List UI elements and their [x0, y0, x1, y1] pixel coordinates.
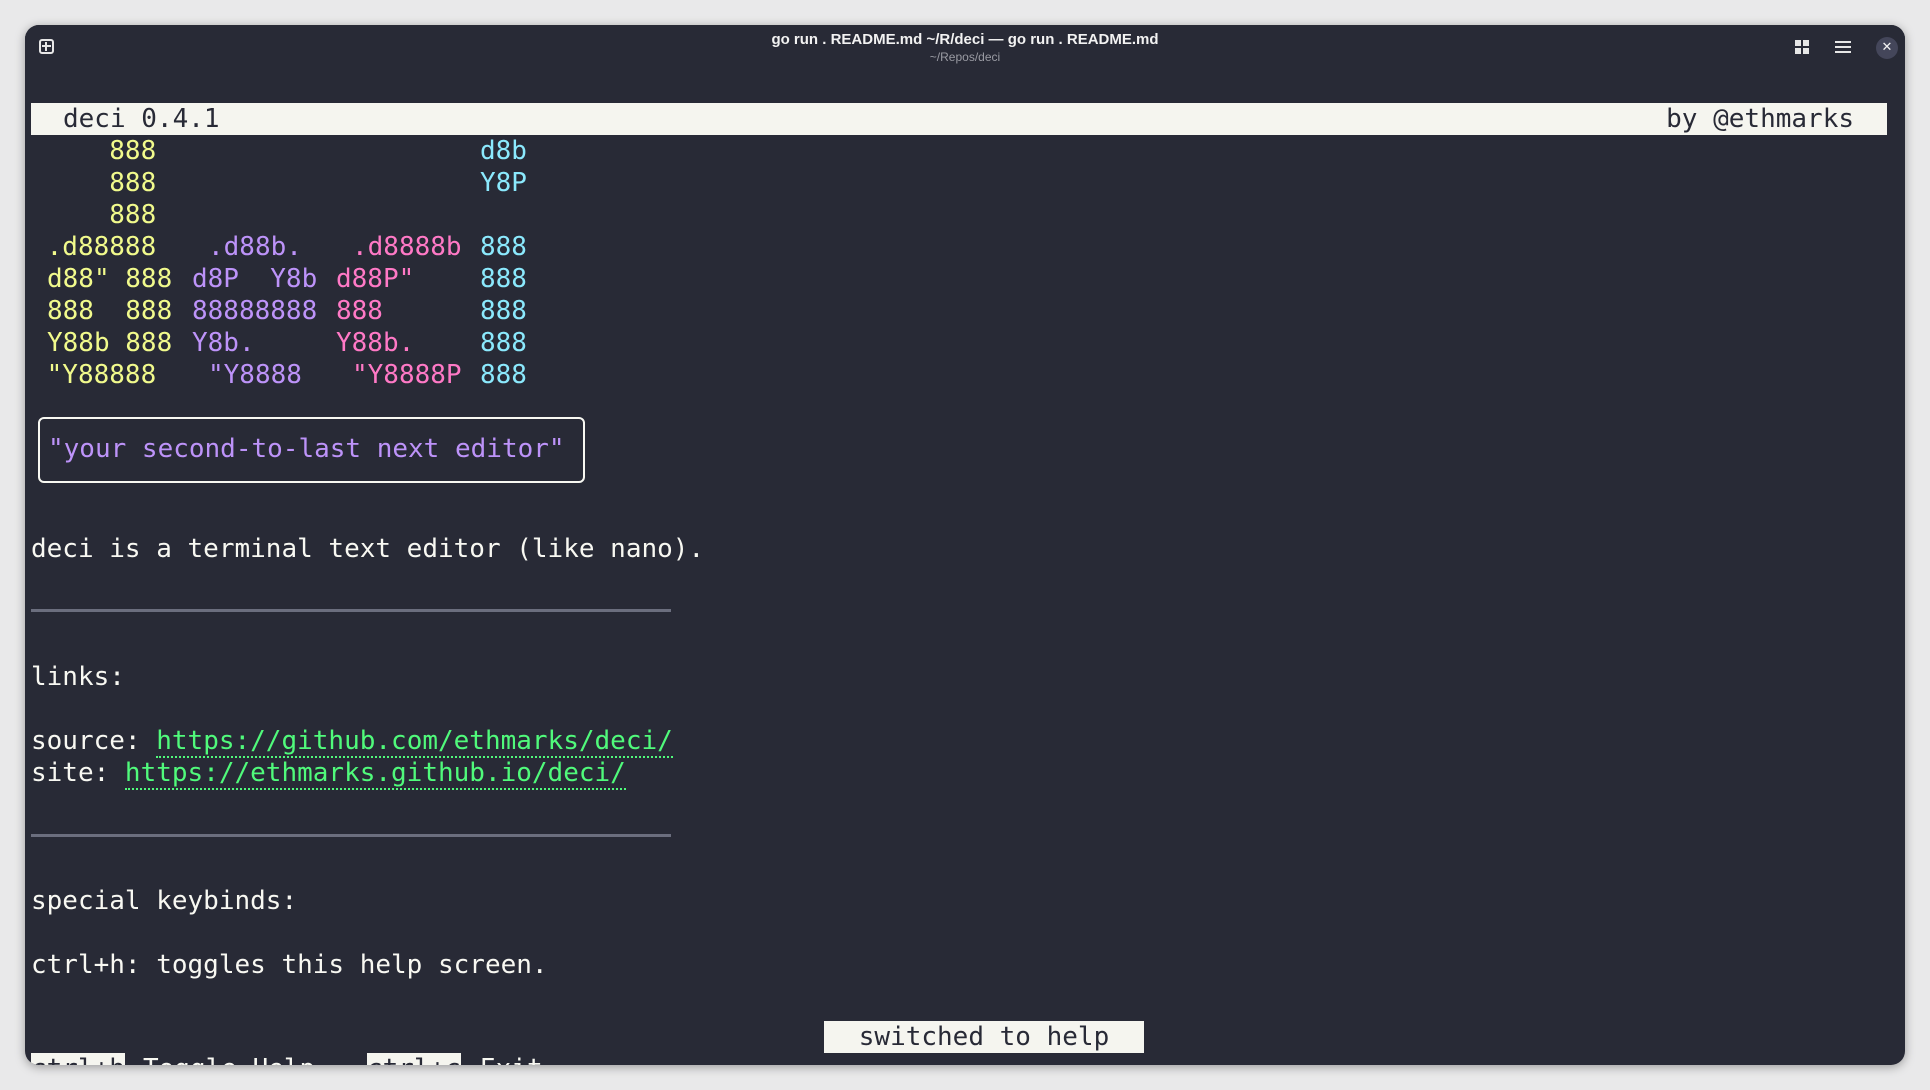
toggle-help-label: Toggle Help — [143, 1053, 315, 1065]
logo-c-row-3: .d8888b — [352, 232, 462, 262]
logo-d-row-5: 888 888 — [47, 296, 173, 326]
links-heading: links: — [31, 662, 125, 692]
logo-c-row-7: "Y8888P — [352, 360, 462, 390]
site-link[interactable]: https://ethmarks.github.io/deci/ — [124, 758, 626, 790]
site-label: site: — [31, 758, 125, 788]
logo-d-row-6: Y88b 888 — [47, 328, 173, 358]
source-label: source: — [31, 726, 157, 756]
logo-d-row-2: 888 — [31, 200, 157, 230]
logo-d-row-7: "Y88888 — [31, 360, 157, 390]
logo-e-row-4: d8P Y8b — [192, 264, 318, 294]
exit-label: Exit — [480, 1053, 543, 1065]
window-title: go run . README.md ~/R/deci — go run . R… — [771, 31, 1159, 48]
version-label: deci 0.4.1 — [63, 104, 220, 134]
terminal-content[interactable]: deci 0.4.1 by @ethmarks 888 d8b 888 Y8P … — [25, 71, 1905, 1065]
terminal-window: go run . README.md ~/R/deci — go run . R… — [25, 25, 1905, 1065]
logo-e-row-5: 88888888 — [192, 296, 318, 326]
tagline-box: "your second-to-last next editor" — [38, 417, 585, 483]
ctrl-h-key[interactable]: ctrl+h — [31, 1053, 125, 1065]
tagline-text: "your second-to-last next editor" — [48, 434, 565, 464]
description-text: deci is a terminal text editor (like nan… — [31, 534, 705, 564]
editor-header-bar: deci 0.4.1 by @ethmarks — [31, 103, 1887, 135]
close-icon[interactable]: ✕ — [1876, 37, 1898, 59]
author-label: by @ethmarks — [1666, 104, 1854, 134]
logo-d-row-1: 888 — [31, 168, 157, 198]
logo-d-row-3: .d88888 — [31, 232, 157, 262]
logo-i-row-0: d8b — [480, 136, 527, 166]
keybind-line: ctrl+h: toggles this help screen. — [31, 950, 548, 980]
logo-c-row-5: 888 — [336, 296, 383, 326]
source-link[interactable]: https://github.com/ethmarks/deci/ — [156, 726, 673, 758]
logo-i-row-7: 888 — [480, 360, 527, 390]
logo-c-row-4: d88P" — [336, 264, 415, 294]
keybinds-heading: special keybinds: — [31, 886, 298, 916]
logo-e-row-6: Y8b. — [192, 328, 255, 358]
logo-c-row-6: Y88b. — [336, 328, 415, 358]
grid-view-icon[interactable] — [1795, 40, 1809, 54]
logo-i-row-4: 888 — [480, 264, 527, 294]
status-message: switched to help — [824, 1021, 1144, 1053]
title-bar: go run . README.md ~/R/deci — go run . R… — [25, 25, 1905, 71]
ctrl-c-key[interactable]: ctrl+c — [367, 1053, 461, 1065]
logo-e-row-3: .d88b. — [208, 232, 302, 262]
divider — [31, 834, 671, 837]
logo-i-row-6: 888 — [480, 328, 527, 358]
logo-i-row-1: Y8P — [480, 168, 527, 198]
hamburger-menu-icon[interactable] — [1835, 41, 1851, 54]
logo-e-row-7: "Y8888 — [208, 360, 302, 390]
logo-d-row-0: 888 — [31, 136, 157, 166]
logo-d-row-4: d88" 888 — [47, 264, 173, 294]
window-subtitle: ~/Repos/deci — [929, 50, 1001, 64]
divider — [31, 609, 671, 612]
site-line: site: https://ethmarks.github.io/deci/ — [31, 757, 626, 790]
logo-i-row-5: 888 — [480, 296, 527, 326]
source-line: source: https://github.com/ethmarks/deci… — [31, 725, 673, 758]
logo-i-row-3: 888 — [480, 232, 527, 262]
